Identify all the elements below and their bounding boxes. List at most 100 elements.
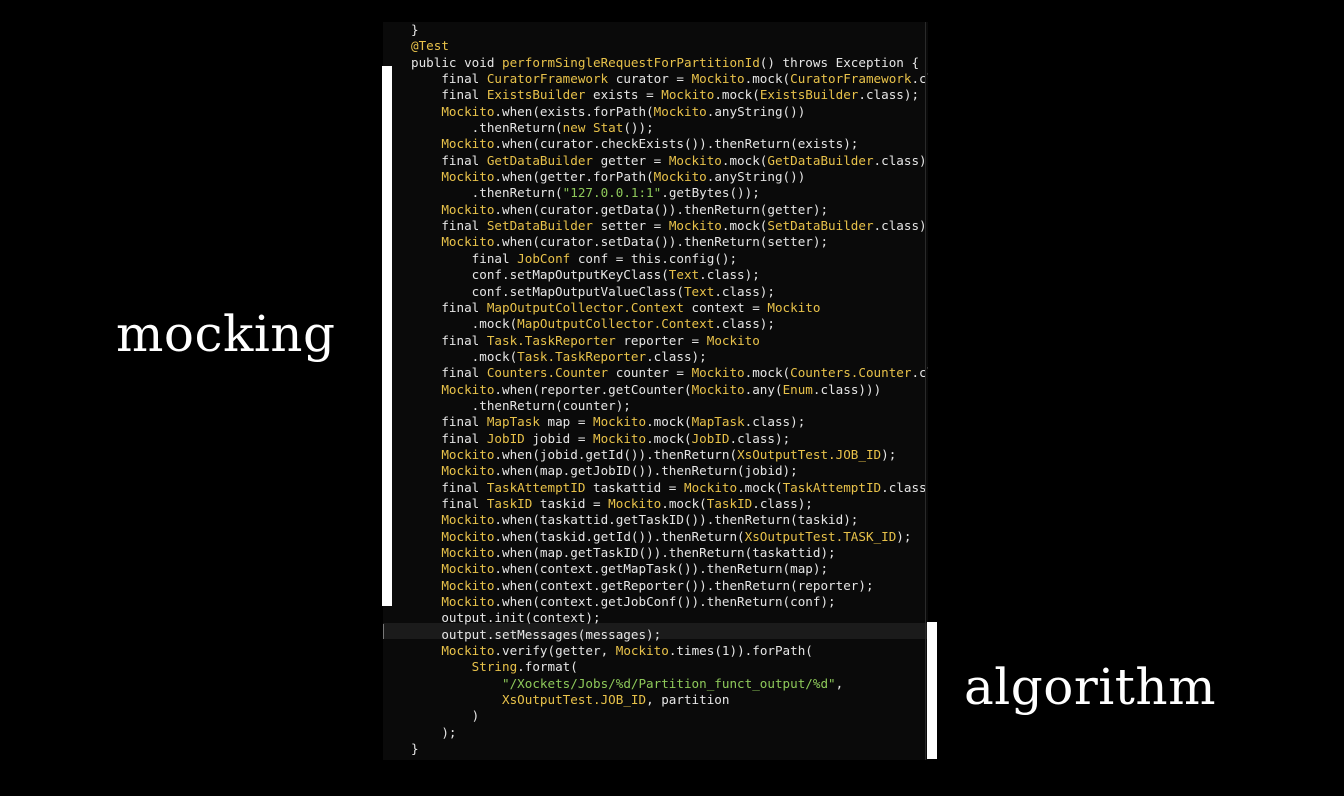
code-editor: } @Test public void performSingleRequestFo… (383, 22, 928, 760)
code-token: final (411, 479, 487, 495)
code-line: Mockito.verify(getter, Mockito.times(1))… (411, 643, 928, 659)
code-token: Mockito (441, 446, 495, 462)
code-token: Mockito (668, 152, 722, 168)
code-token: Mockito (653, 103, 707, 119)
code-token: performSingleRequestForPartitionId (502, 54, 760, 70)
code-token: "/Xockets/Jobs/%d/Partition_funct_output… (502, 675, 836, 691)
code-token: map = (539, 414, 593, 430)
code-token: final (411, 299, 487, 315)
code-line: .thenReturn(counter); (411, 398, 928, 414)
text-caret (383, 624, 384, 639)
code-token: .when(getter.forPath( (494, 169, 654, 185)
code-line: .thenReturn("127.0.0.1:1".getBytes()); (411, 185, 928, 201)
code-token: final (411, 495, 487, 511)
code-token: .class); (729, 430, 791, 446)
code-token: .thenReturn( (411, 120, 563, 136)
code-token: GetDataBuilder (486, 152, 593, 168)
code-token: .format( (517, 659, 578, 675)
code-token: .when(context.getJobConf()).thenReturn(c… (494, 594, 836, 610)
code-token: output.init(context); (411, 610, 601, 626)
code-line: final CuratorFramework curator = Mockito… (411, 71, 928, 87)
code-token: jobid = (524, 430, 593, 446)
code-token: Mockito (608, 495, 662, 511)
code-line: final JobID jobid = Mockito.mock(JobID.c… (411, 431, 928, 447)
code-token: .class); (752, 495, 813, 511)
code-token: Mockito (441, 594, 495, 610)
code-token: final (411, 430, 487, 446)
code-line: String.format( (411, 659, 928, 675)
code-token: ExistsBuilder (486, 87, 586, 103)
code-token: Mockito (441, 545, 495, 560)
code-token: .anyString()) (706, 103, 806, 119)
code-line: final Task.TaskReporter reporter = Mocki… (411, 333, 928, 349)
code-token: XsOutputTest.JOB_ID (502, 692, 647, 708)
code-token: Enum (782, 381, 813, 397)
code-token: setter = (592, 218, 669, 234)
code-token: .mock( (714, 87, 760, 103)
code-token: .mock( (411, 316, 518, 332)
code-line: Mockito.when(curator.setData()).thenRetu… (411, 234, 928, 250)
code-token: JobID (486, 430, 525, 446)
code-token: .mock( (646, 414, 692, 430)
code-line: final TaskAttemptID taskattid = Mockito.… (411, 480, 928, 496)
code-token: .when(map.getTaskID()).thenReturn(taskat… (494, 545, 836, 560)
code-token: XsOutputTest.JOB_ID (737, 446, 882, 462)
code-token: .mock( (661, 495, 707, 511)
code-line: Mockito.when(getter.forPath(Mockito.anyS… (411, 169, 928, 185)
code-token: .any( (744, 381, 783, 397)
code-token: Mockito (615, 643, 669, 659)
code-token: MapOutputCollector.Context (517, 316, 715, 332)
code-line: final MapTask map = Mockito.mock(MapTask… (411, 414, 928, 430)
code-token: .thenReturn( (411, 185, 563, 201)
code-line: final JobConf conf = this.config(); (411, 251, 928, 267)
code-token: Mockito (668, 218, 722, 234)
code-token: , partition (646, 692, 730, 708)
code-token: .mock( (744, 71, 791, 87)
code-token: context = (683, 299, 768, 315)
code-token: taskattid = (585, 479, 684, 495)
code-line: output.init(context); (411, 610, 928, 626)
code-token: conf.setMapOutputValueClass( (411, 283, 684, 299)
code-line: XsOutputTest.JOB_ID, partition (411, 692, 928, 708)
code-token: "127.0.0.1:1" (562, 185, 662, 201)
code-line: .mock(Task.TaskReporter.class); (411, 349, 928, 365)
code-line: Mockito.when(context.getReporter()).then… (411, 578, 928, 594)
code-listing: } @Test public void performSingleRequestFo… (411, 22, 928, 757)
code-line: .thenReturn(new Stat()); (411, 120, 928, 136)
code-token: Mockito (653, 169, 707, 185)
code-token: counter = (608, 365, 692, 381)
code-token: .when(curator.checkExists()).thenReturn(… (494, 136, 859, 152)
code-token: SetDataBuilder (486, 218, 593, 234)
code-token: .mock( (737, 479, 783, 495)
code-token: GetDataBuilder (767, 152, 874, 168)
code-token: .class); (744, 414, 806, 430)
code-line: Mockito.when(context.getJobConf()).thenR… (411, 594, 928, 610)
code-token: .class))) (812, 381, 882, 397)
code-token: Task.TaskReporter (486, 332, 616, 348)
code-token: final (411, 332, 487, 348)
code-token: } (411, 741, 419, 757)
code-token: .when(jobid.getId()).thenReturn( (494, 446, 738, 462)
code-token: Task.TaskReporter (517, 348, 647, 364)
code-token: .when(map.getJobID()).thenReturn(jobid); (494, 463, 798, 479)
code-token: curator = (608, 71, 692, 87)
code-line: Mockito.when(taskid.getId()).thenReturn(… (411, 529, 928, 545)
code-token: .when(curator.getData()).thenReturn(gett… (494, 201, 829, 217)
code-token: Counters.Counter (486, 365, 609, 381)
code-line: } (411, 22, 928, 38)
code-token: .mock( (721, 152, 768, 168)
code-token: new Stat (562, 120, 624, 136)
code-token: Mockito (441, 577, 495, 593)
code-token: Mockito (706, 332, 760, 348)
code-line: ); (411, 725, 928, 741)
